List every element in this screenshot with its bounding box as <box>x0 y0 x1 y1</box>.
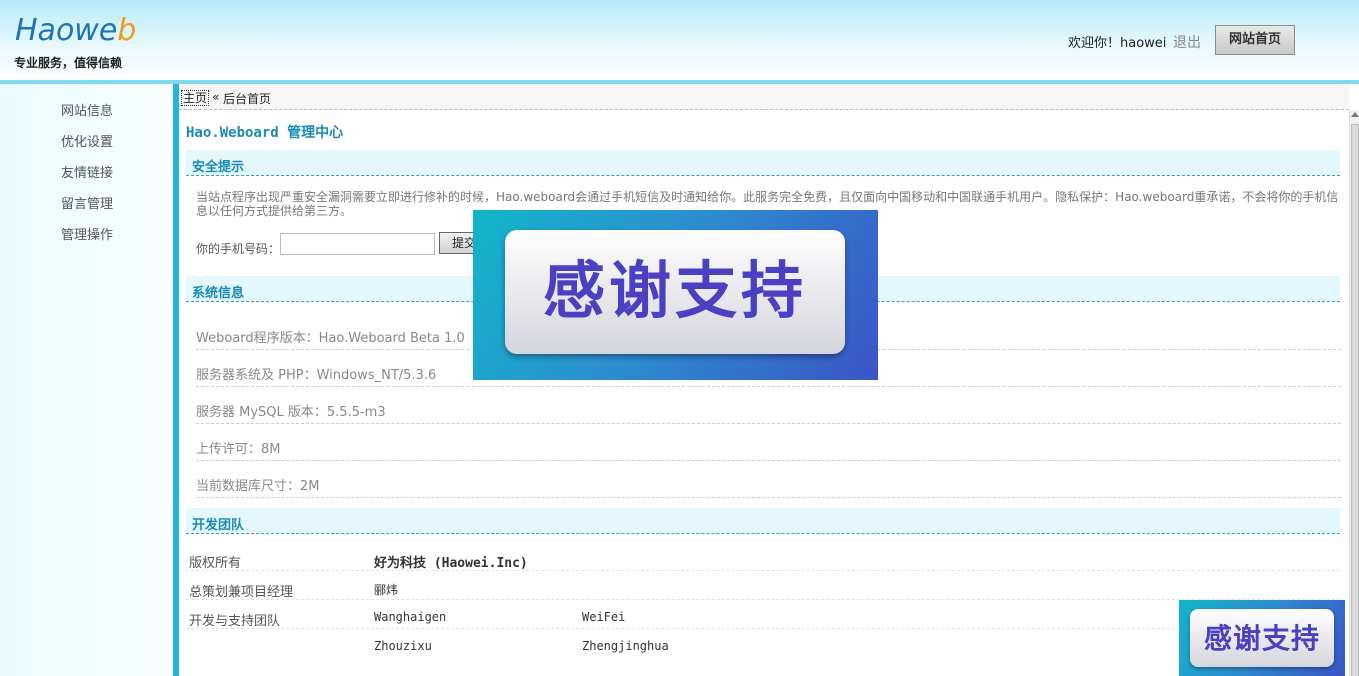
thanks-banner-small[interactable]: 感谢支持 <box>1179 600 1345 676</box>
security-section-header: 安全提示 <box>186 150 1340 176</box>
main-content: 主页 « 后台首页 Hao.Weboard 管理中心 安全提示 当站点程序出现严… <box>179 84 1359 676</box>
team-row: 总策划兼项目经理 郦炜 <box>186 572 1340 600</box>
logout-link[interactable]: 退出 <box>1173 32 1201 52</box>
system-info-row: 当前数据库尺寸：2M <box>196 461 1341 498</box>
sidebar: 网站信息 优化设置 友情链接 留言管理 管理操作 <box>0 84 173 676</box>
welcome-text: 欢迎你！haowei <box>1068 36 1167 51</box>
security-heading: 安全提示 <box>192 160 245 175</box>
slogan: 专业服务，值得信赖 <box>14 56 123 70</box>
team-member: WeiFei <box>582 610 626 624</box>
logo-text: Haowe <box>15 13 118 48</box>
page-title: Hao.Weboard 管理中心 <box>186 125 344 141</box>
manager-label: 总策划兼项目经理 <box>189 585 294 600</box>
system-info-row: 服务器 MySQL 版本：5.5.5-m3 <box>196 387 1341 424</box>
sidebar-item-admin[interactable]: 管理操作 <box>61 224 113 243</box>
team-section-header: 开发团队 <box>186 508 1340 534</box>
sidebar-item-optimize[interactable]: 优化设置 <box>61 131 113 150</box>
breadcrumb-current: 后台首页 <box>223 92 272 106</box>
server-os-php: 服务器系统及 PHP：Windows_NT/5.3.6 <box>196 368 437 383</box>
team-row: Zhouzixu Zhengjinghua <box>186 630 1340 658</box>
site-home-button[interactable]: 网站首页 <box>1215 25 1295 55</box>
sidebar-item-site-info[interactable]: 网站信息 <box>61 100 113 119</box>
scroll-up-arrow-icon[interactable] <box>1351 112 1359 117</box>
breadcrumb-separator: « <box>212 90 220 104</box>
logo-accent: b <box>117 13 137 48</box>
copyright-value: 好为科技 (Haowei.Inc) <box>374 556 528 571</box>
system-heading: 系统信息 <box>192 286 245 301</box>
phone-input[interactable] <box>280 233 435 255</box>
scroll-thumb[interactable] <box>1351 124 1359 676</box>
thanks-banner-large[interactable]: 感谢支持 <box>473 210 878 380</box>
banner-text: 感谢支持 <box>542 254 807 327</box>
header: Haoweb 专业服务，值得信赖 欢迎你！haowei 退出 网站首页 <box>0 0 1359 84</box>
copyright-label: 版权所有 <box>189 556 242 571</box>
team-member: Zhengjinghua <box>582 639 669 653</box>
manager-value: 郦炜 <box>374 583 399 597</box>
system-info-row: 上传许可：8M <box>196 424 1341 461</box>
mysql-version: 服务器 MySQL 版本：5.5.5-m3 <box>196 405 386 420</box>
dev-team-label: 开发与支持团队 <box>189 614 281 629</box>
team-member: Zhouzixu <box>374 639 432 653</box>
database-size: 当前数据库尺寸：2M <box>196 479 320 494</box>
breadcrumb-home-link[interactable]: 主页 <box>181 90 210 106</box>
scrollbar[interactable] <box>1349 110 1359 676</box>
team-row: 开发与支持团队 Wanghaigen WeiFei <box>186 601 1340 629</box>
breadcrumb: 主页 « 后台首页 <box>179 84 1349 110</box>
banner-text: 感谢支持 <box>1203 622 1320 655</box>
sidebar-item-messages[interactable]: 留言管理 <box>61 193 113 212</box>
team-member: Wanghaigen <box>374 610 447 624</box>
team-row: 版权所有 好为科技 (Haowei.Inc) <box>186 543 1340 571</box>
phone-label: 你的手机号码： <box>196 242 281 256</box>
sidebar-item-links[interactable]: 友情链接 <box>61 162 113 181</box>
program-version: Weboard程序版本：Hao.Weboard Beta 1.0 <box>196 331 465 346</box>
upload-limit: 上传许可：8M <box>196 442 281 457</box>
team-heading: 开发团队 <box>192 518 245 533</box>
logo[interactable]: Haoweb <box>15 14 136 48</box>
